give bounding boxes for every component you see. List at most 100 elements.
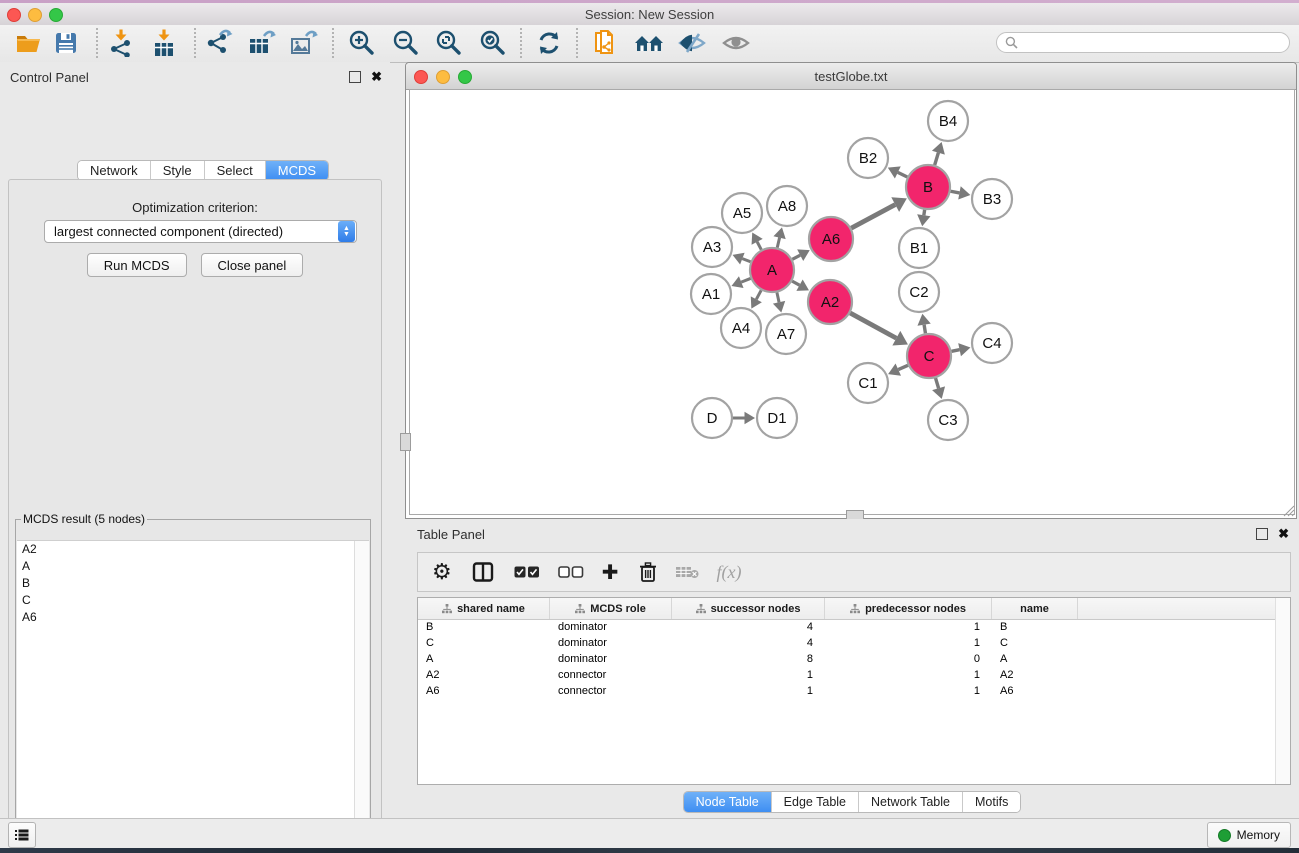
- table-cell[interactable]: connector: [550, 668, 672, 684]
- table-cell[interactable]: A2: [418, 668, 550, 684]
- table-cell[interactable]: 4: [672, 636, 825, 652]
- graph-node-D1[interactable]: D1: [757, 398, 797, 438]
- table-cell[interactable]: A6: [992, 684, 1078, 700]
- apply-layout-button[interactable]: [532, 27, 566, 59]
- graph-node-D[interactable]: D: [692, 398, 732, 438]
- table-cell[interactable]: 1: [825, 636, 992, 652]
- tab-network[interactable]: Network: [78, 161, 150, 180]
- edge-A-A1[interactable]: [741, 278, 750, 282]
- graph-node-A7[interactable]: A7: [766, 314, 806, 354]
- edge-C-C4[interactable]: [952, 350, 960, 352]
- table-cell[interactable]: 1: [672, 684, 825, 700]
- tab-node-table[interactable]: Node Table: [684, 792, 771, 812]
- result-item[interactable]: A: [17, 558, 369, 575]
- table-cell[interactable]: 4: [672, 620, 825, 636]
- graph-node-A1[interactable]: A1: [691, 274, 731, 314]
- export-image-button[interactable]: [287, 27, 321, 59]
- graph-node-C3[interactable]: C3: [928, 400, 968, 440]
- show-column-button[interactable]: [472, 557, 494, 587]
- first-neighbors-button[interactable]: [632, 27, 666, 59]
- table-row[interactable]: A6connector11A6: [418, 684, 1290, 700]
- graph-node-B1[interactable]: B1: [899, 228, 939, 268]
- export-network-button[interactable]: [202, 27, 236, 59]
- table-row[interactable]: A2connector11A2: [418, 668, 1290, 684]
- run-mcds-button[interactable]: Run MCDS: [87, 253, 187, 277]
- zoom-in-button[interactable]: [345, 27, 379, 59]
- edge-A-A7[interactable]: [777, 292, 779, 302]
- graph-node-A[interactable]: A: [750, 248, 794, 292]
- edge-C-C3[interactable]: [936, 378, 939, 388]
- network-window-titlebar[interactable]: testGlobe.txt: [406, 63, 1296, 90]
- graph-node-C2[interactable]: C2: [899, 272, 939, 312]
- edge-A-A5[interactable]: [757, 242, 761, 250]
- edge-B-B3[interactable]: [951, 191, 960, 193]
- result-item[interactable]: C: [17, 592, 369, 609]
- close-table-panel-icon[interactable]: ✖: [1278, 529, 1289, 539]
- table-row[interactable]: Bdominator41B: [418, 620, 1290, 636]
- column-header-predecessor-nodes[interactable]: predecessor nodes: [825, 598, 992, 619]
- column-header-shared-name[interactable]: shared name: [418, 598, 550, 619]
- result-item[interactable]: A2: [17, 541, 369, 558]
- table-cell[interactable]: connector: [550, 684, 672, 700]
- import-table-button[interactable]: [147, 27, 181, 59]
- graph-node-C4[interactable]: C4: [972, 323, 1012, 363]
- mcds-result-list[interactable]: A2ABCA6: [17, 540, 369, 844]
- table-cell[interactable]: A: [992, 652, 1078, 668]
- tab-motifs[interactable]: Motifs: [962, 792, 1020, 812]
- table-scrollbar[interactable]: [1275, 598, 1290, 784]
- float-panel-icon[interactable]: [349, 71, 361, 83]
- table-cell[interactable]: B: [992, 620, 1078, 636]
- graph-node-B[interactable]: B: [906, 165, 950, 209]
- column-header-name[interactable]: name: [992, 598, 1078, 619]
- result-item[interactable]: B: [17, 575, 369, 592]
- edge-A-A6[interactable]: [792, 255, 800, 259]
- table-cell[interactable]: 1: [672, 668, 825, 684]
- table-cell[interactable]: A: [418, 652, 550, 668]
- result-item[interactable]: A6: [17, 609, 369, 626]
- edge-B-B1[interactable]: [924, 210, 925, 216]
- save-session-button[interactable]: [49, 27, 83, 59]
- edge-A6-B[interactable]: [851, 205, 895, 229]
- graph-node-A5[interactable]: A5: [722, 193, 762, 233]
- tab-style[interactable]: Style: [150, 161, 204, 180]
- edge-B-B4[interactable]: [935, 153, 939, 165]
- graph-node-A8[interactable]: A8: [767, 186, 807, 226]
- column-header-successor-nodes[interactable]: successor nodes: [672, 598, 825, 619]
- select-all-columns-button[interactable]: [514, 557, 540, 587]
- import-network-button[interactable]: [104, 27, 138, 59]
- tab-select[interactable]: Select: [204, 161, 265, 180]
- tab-network-table[interactable]: Network Table: [858, 792, 962, 812]
- table-cell[interactable]: dominator: [550, 652, 672, 668]
- edge-A-A4[interactable]: [756, 290, 761, 299]
- hide-selected-button[interactable]: [675, 27, 709, 59]
- float-table-panel-icon[interactable]: [1256, 528, 1268, 540]
- close-panel-button[interactable]: Close panel: [201, 253, 304, 277]
- tab-mcds[interactable]: MCDS: [265, 161, 328, 180]
- table-settings-button[interactable]: ⚙: [432, 557, 452, 587]
- tab-edge-table[interactable]: Edge Table: [771, 792, 858, 812]
- delete-table-button[interactable]: [675, 557, 699, 587]
- edge-C-C2[interactable]: [924, 325, 925, 334]
- optimization-dropdown[interactable]: largest connected component (directed) ▲…: [44, 220, 357, 243]
- unselect-all-columns-button[interactable]: [558, 557, 584, 587]
- show-panels-button[interactable]: [8, 822, 36, 848]
- graph-node-C1[interactable]: C1: [848, 363, 888, 403]
- create-column-button[interactable]: ✚: [602, 557, 619, 587]
- function-builder-button[interactable]: f(x): [717, 557, 742, 587]
- show-all-button[interactable]: [719, 27, 753, 59]
- search-input[interactable]: [1023, 35, 1289, 51]
- table-cell[interactable]: A2: [992, 668, 1078, 684]
- table-cell[interactable]: 1: [825, 620, 992, 636]
- graph-node-B4[interactable]: B4: [928, 101, 968, 141]
- table-cell[interactable]: B: [418, 620, 550, 636]
- search-field[interactable]: [996, 32, 1290, 53]
- open-session-button[interactable]: [12, 27, 46, 59]
- table-row[interactable]: Adominator80A: [418, 652, 1290, 668]
- edge-B-B2[interactable]: [898, 172, 907, 177]
- vertical-scroll-handle[interactable]: [400, 433, 411, 451]
- graph-node-A6[interactable]: A6: [809, 217, 853, 261]
- table-cell[interactable]: 1: [825, 668, 992, 684]
- edge-A2-C[interactable]: [850, 313, 896, 338]
- clone-network-button[interactable]: [589, 27, 623, 59]
- network-graph[interactable]: B4B2BB3A8A5A6B1A3AC2A1A2A4A7C4CC1C3DD1: [410, 90, 1294, 514]
